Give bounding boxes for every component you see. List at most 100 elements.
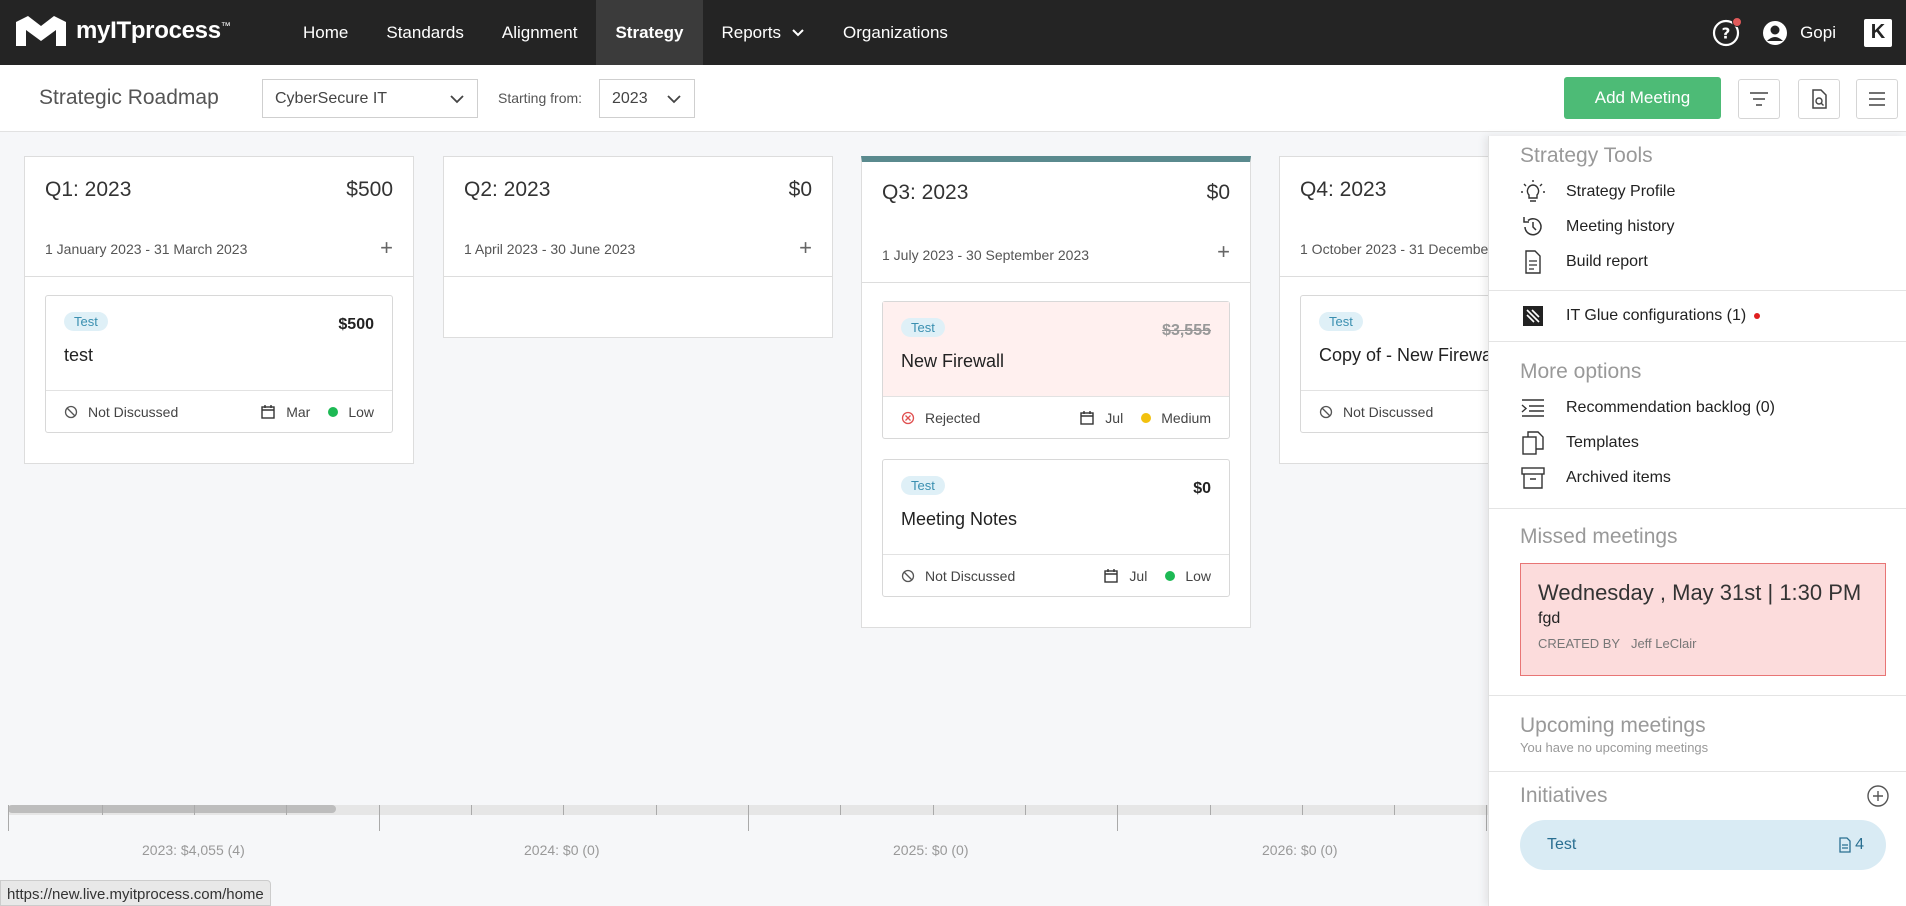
timeline-year-label[interactable]: 2026: $0 (0) xyxy=(1262,842,1338,858)
nav-organizations[interactable]: Organizations xyxy=(824,0,967,65)
timeline-tick xyxy=(1302,805,1303,815)
nav-standards[interactable]: Standards xyxy=(367,0,483,65)
templates-link[interactable]: Templates xyxy=(1489,425,1906,460)
archived-items-label: Archived items xyxy=(1566,468,1671,486)
quarter-title: Q4: 2023 xyxy=(1300,178,1387,201)
created-by-label: CREATED BY xyxy=(1538,636,1621,651)
missed-meeting-card[interactable]: Wednesday , May 31st | 1:30 PM fgd CREAT… xyxy=(1520,563,1886,676)
filter-icon xyxy=(1750,92,1768,106)
timeline-tick xyxy=(1210,805,1211,815)
card-amount: $3,555 xyxy=(1162,322,1211,339)
not-discussed-icon xyxy=(64,405,78,418)
quarter-dates: 1 January 2023 - 31 March 2023 xyxy=(45,241,248,257)
timeline-tick xyxy=(102,805,103,815)
kaseya-label: K xyxy=(1870,21,1886,43)
empty-quarter-body xyxy=(444,277,832,337)
timeline-tick xyxy=(656,805,657,815)
card-status: Not Discussed xyxy=(1343,403,1434,420)
it-glue-configurations-link[interactable]: IT Glue configurations (1) xyxy=(1489,291,1906,341)
card-month: Jul xyxy=(1129,567,1148,584)
nav-alignment[interactable]: Alignment xyxy=(483,0,597,65)
templates-label: Templates xyxy=(1566,433,1639,451)
kaseya-icon[interactable]: K xyxy=(1864,18,1892,47)
add-item-icon[interactable]: + xyxy=(1217,239,1230,265)
nav-organizations-label: Organizations xyxy=(843,22,948,42)
it-glue-icon xyxy=(1523,306,1543,326)
calendar-icon xyxy=(1104,568,1119,583)
nav-home[interactable]: Home xyxy=(284,0,367,65)
nav-right: ? Gopi K xyxy=(1712,0,1906,65)
timeline-year-label[interactable]: 2025: $0 (0) xyxy=(893,842,969,858)
timeline-tick xyxy=(933,805,934,815)
main-nav: Home Standards Alignment Strategy Report… xyxy=(284,0,967,65)
quarter-column-current: Q3: 2023 $0 1 July 2023 - 30 September 2… xyxy=(861,156,1251,628)
add-meeting-button[interactable]: Add Meeting xyxy=(1564,77,1721,119)
quarter-amount: $0 xyxy=(1206,181,1230,204)
document-icon xyxy=(1525,249,1541,274)
timeline-year-label[interactable]: 2023: $4,055 (4) xyxy=(142,842,245,858)
timeline-year-label[interactable]: 2024: $0 (0) xyxy=(524,842,600,858)
initiative-card[interactable]: Test $3,555 New Firewall Rejected Jul Me… xyxy=(882,301,1230,439)
timeline-year-tick xyxy=(8,805,9,831)
recommendation-backlog-label: Recommendation backlog (0) xyxy=(1566,398,1775,416)
document-icon xyxy=(1839,837,1851,853)
archived-items-link[interactable]: Archived items xyxy=(1489,460,1906,495)
card-title: New Firewall xyxy=(901,351,1005,371)
initiative-pill[interactable]: Test 4 xyxy=(1520,820,1886,870)
priority-dot xyxy=(1141,412,1152,423)
filter-button[interactable] xyxy=(1738,79,1780,119)
priority-dot xyxy=(328,406,339,417)
organization-select[interactable]: CyberSecure IT xyxy=(262,79,478,118)
quarter-column: Q1: 2023 $500 1 January 2023 - 31 March … xyxy=(24,156,414,464)
timeline-tick xyxy=(563,805,564,815)
initiative-count: 4 xyxy=(1855,836,1864,853)
divider xyxy=(1489,695,1906,696)
help-icon[interactable]: ? xyxy=(1712,16,1743,47)
nav-strategy[interactable]: Strategy xyxy=(596,0,703,65)
add-item-icon[interactable]: + xyxy=(799,235,812,261)
nav-reports-label: Reports xyxy=(721,22,782,42)
strategy-profile-link[interactable]: Strategy Profile xyxy=(1489,174,1906,209)
recommendation-backlog-link[interactable]: Recommendation backlog (0) xyxy=(1489,390,1906,425)
backlog-list-icon xyxy=(1521,398,1544,417)
divider xyxy=(1489,771,1906,772)
hamburger-icon xyxy=(1869,92,1885,106)
templates-icon xyxy=(1522,430,1544,455)
initiative-card[interactable]: Test $500 test Not Discussed Mar Low xyxy=(45,295,393,433)
card-month: Jul xyxy=(1105,409,1124,426)
report-button[interactable] xyxy=(1798,79,1840,119)
quarter-dates: 1 April 2023 - 30 June 2023 xyxy=(464,241,636,257)
quarter-title: Q3: 2023 xyxy=(882,181,969,204)
timeline-year-tick xyxy=(379,805,380,831)
build-report-link[interactable]: Build report xyxy=(1489,244,1906,279)
logo-text: myITprocess xyxy=(76,17,221,44)
created-by-name: Jeff LeClair xyxy=(1630,636,1697,651)
divider xyxy=(1489,341,1906,342)
tag-badge: Test xyxy=(901,318,945,337)
page-title: Strategic Roadmap xyxy=(39,86,219,109)
card-status: Not Discussed xyxy=(88,403,179,420)
strategy-side-panel: Strategy Tools Strategy Profile Meeting … xyxy=(1488,136,1906,906)
card-status: Rejected xyxy=(925,409,981,426)
meeting-history-link[interactable]: Meeting history xyxy=(1489,209,1906,244)
svg-text:?: ? xyxy=(1722,24,1731,42)
quarter-dates: 1 July 2023 - 30 September 2023 xyxy=(882,247,1090,263)
tag-badge: Test xyxy=(901,476,945,495)
card-title: test xyxy=(64,345,94,365)
card-title: Meeting Notes xyxy=(901,509,1018,529)
add-item-icon[interactable]: + xyxy=(380,235,393,261)
nav-reports[interactable]: Reports xyxy=(703,0,825,65)
timeline-tick xyxy=(194,805,195,815)
history-icon xyxy=(1523,216,1542,235)
logo[interactable]: myITprocess™ xyxy=(14,14,231,48)
year-select[interactable]: 2023 xyxy=(599,79,695,118)
add-initiative-icon[interactable] xyxy=(1866,784,1890,808)
menu-button[interactable] xyxy=(1856,79,1898,119)
section-title: Initiatives xyxy=(1520,784,1608,807)
user-menu[interactable]: Gopi xyxy=(1762,20,1836,46)
initiative-card[interactable]: Test $0 Meeting Notes Not Discussed Jul … xyxy=(882,459,1230,597)
tag-badge: Test xyxy=(64,312,108,331)
organization-select-value: CyberSecure IT xyxy=(275,89,388,107)
quarter-amount: $500 xyxy=(346,178,393,201)
lightbulb-icon xyxy=(1521,179,1545,202)
